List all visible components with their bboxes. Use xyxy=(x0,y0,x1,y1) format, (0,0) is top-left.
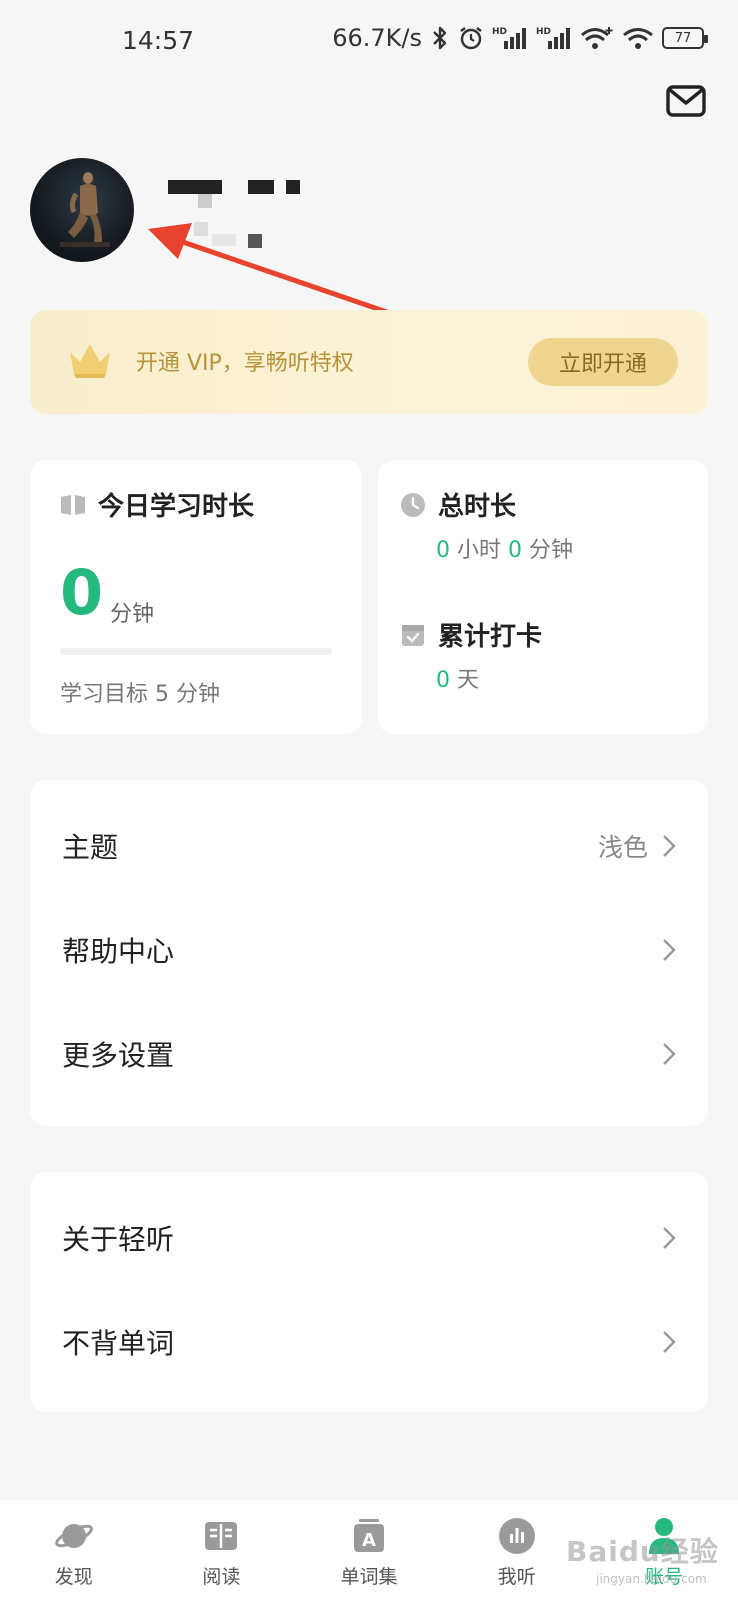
wifi-icon xyxy=(623,28,653,49)
book-icon xyxy=(61,494,85,515)
total-minutes-value: 0 xyxy=(508,538,523,563)
list-item-label: 关于轻听 xyxy=(62,1223,175,1256)
checkin-days-unit: 天 xyxy=(457,668,480,693)
bluetooth-icon xyxy=(433,26,447,50)
vip-activate-button[interactable]: 立即开通 xyxy=(528,338,678,386)
today-study-card[interactable]: 今日学习时长 0 分钟 学习目标 5 分钟 xyxy=(30,460,362,734)
reading-icon xyxy=(205,1522,238,1550)
svg-text:A: A xyxy=(362,1530,376,1551)
mail-button[interactable] xyxy=(666,84,706,120)
network-speed: 66.7K/s xyxy=(332,24,422,52)
chevron-right-icon xyxy=(663,1331,676,1353)
word-set-icon: A xyxy=(353,1519,384,1552)
bubei-danci-item[interactable]: 不背单词 xyxy=(30,1290,708,1394)
total-minutes-unit: 分钟 xyxy=(529,538,574,563)
vip-banner[interactable]: 开通 VIP，享畅听特权 立即开通 xyxy=(30,310,708,414)
today-minutes-unit: 分钟 xyxy=(110,602,155,627)
vip-promo-text: 开通 VIP，享畅听特权 xyxy=(136,351,354,376)
calendar-check-icon xyxy=(402,624,424,646)
planet-icon xyxy=(54,1524,93,1548)
study-goal-text: 学习目标 5 分钟 xyxy=(60,682,220,707)
alarm-icon xyxy=(460,27,482,50)
settings-list: 主题 浅色 帮助中心 更多设置 xyxy=(30,780,708,1126)
total-title-row: 总时长 xyxy=(400,486,516,523)
battery-level: 77 xyxy=(674,30,692,46)
about-list: 关于轻听 不背单词 xyxy=(30,1172,708,1412)
svg-text:HD: HD xyxy=(536,27,551,37)
chevron-right-icon xyxy=(663,835,676,857)
about-item[interactable]: 关于轻听 xyxy=(30,1186,708,1290)
theme-value: 浅色 xyxy=(597,833,648,862)
tab-reading[interactable]: 阅读 xyxy=(161,1516,281,1589)
total-stats-card[interactable]: 总时长 0 小时 0 分钟 累计打卡 0 天 xyxy=(378,460,708,734)
chevron-right-icon xyxy=(663,1043,676,1065)
today-title-row: 今日学习时长 xyxy=(60,486,254,523)
clock-icon xyxy=(401,492,425,517)
audio-icon xyxy=(498,1518,535,1554)
crown-icon xyxy=(70,344,110,378)
svg-text:HD: HD xyxy=(492,27,507,37)
theme-item[interactable]: 主题 浅色 xyxy=(30,794,708,898)
chevron-right-icon xyxy=(663,1227,676,1249)
tab-label: 发现 xyxy=(54,1566,93,1588)
status-icons: 66.7K/s HD HD 77 xyxy=(332,24,708,52)
today-title: 今日学习时长 xyxy=(98,492,255,522)
checkin-value: 0 天 xyxy=(436,662,479,694)
avatar[interactable] xyxy=(30,158,134,262)
total-duration-title: 总时长 xyxy=(438,492,517,522)
checkin-title-row: 累计打卡 xyxy=(400,616,542,653)
baidu-watermark-url: jingyan.baidu.com xyxy=(596,1572,707,1586)
chevron-right-icon xyxy=(663,939,676,961)
baidu-watermark: Baidu经验 xyxy=(566,1535,719,1568)
hd-signal-icon: HD xyxy=(492,27,526,49)
total-duration-value: 0 小时 0 分钟 xyxy=(436,532,573,564)
more-settings-item[interactable]: 更多设置 xyxy=(30,1002,708,1106)
battery-icon: 77 xyxy=(662,27,708,49)
avatar-image xyxy=(60,172,110,247)
status-time: 14:57 xyxy=(122,26,195,55)
tab-word-set[interactable]: A 单词集 xyxy=(309,1516,429,1589)
total-hours-value: 0 xyxy=(436,538,450,563)
tab-listening[interactable]: 我听 xyxy=(457,1516,577,1589)
list-item-label: 主题 xyxy=(62,831,119,864)
list-item-label: 不背单词 xyxy=(62,1327,175,1360)
checkin-title: 累计打卡 xyxy=(438,622,543,652)
wifi-plus-icon xyxy=(581,27,613,49)
list-item-label: 帮助中心 xyxy=(62,935,175,968)
tab-label: 阅读 xyxy=(202,1566,241,1588)
tab-discover[interactable]: 发现 xyxy=(14,1516,134,1589)
status-bar: 14:57 66.7K/s HD HD 77 xyxy=(0,0,738,86)
checkin-days-value: 0 xyxy=(436,668,450,693)
mail-icon xyxy=(666,85,706,117)
total-hours-unit: 小时 xyxy=(457,538,502,563)
help-center-item[interactable]: 帮助中心 xyxy=(30,898,708,1002)
list-item-label: 更多设置 xyxy=(62,1039,175,1072)
hd-signal-icon: HD xyxy=(536,27,570,49)
tab-label: 单词集 xyxy=(340,1566,398,1588)
today-minutes-value: 0 xyxy=(60,556,104,629)
tab-label: 我听 xyxy=(497,1566,536,1588)
today-progress-bar xyxy=(60,648,332,655)
